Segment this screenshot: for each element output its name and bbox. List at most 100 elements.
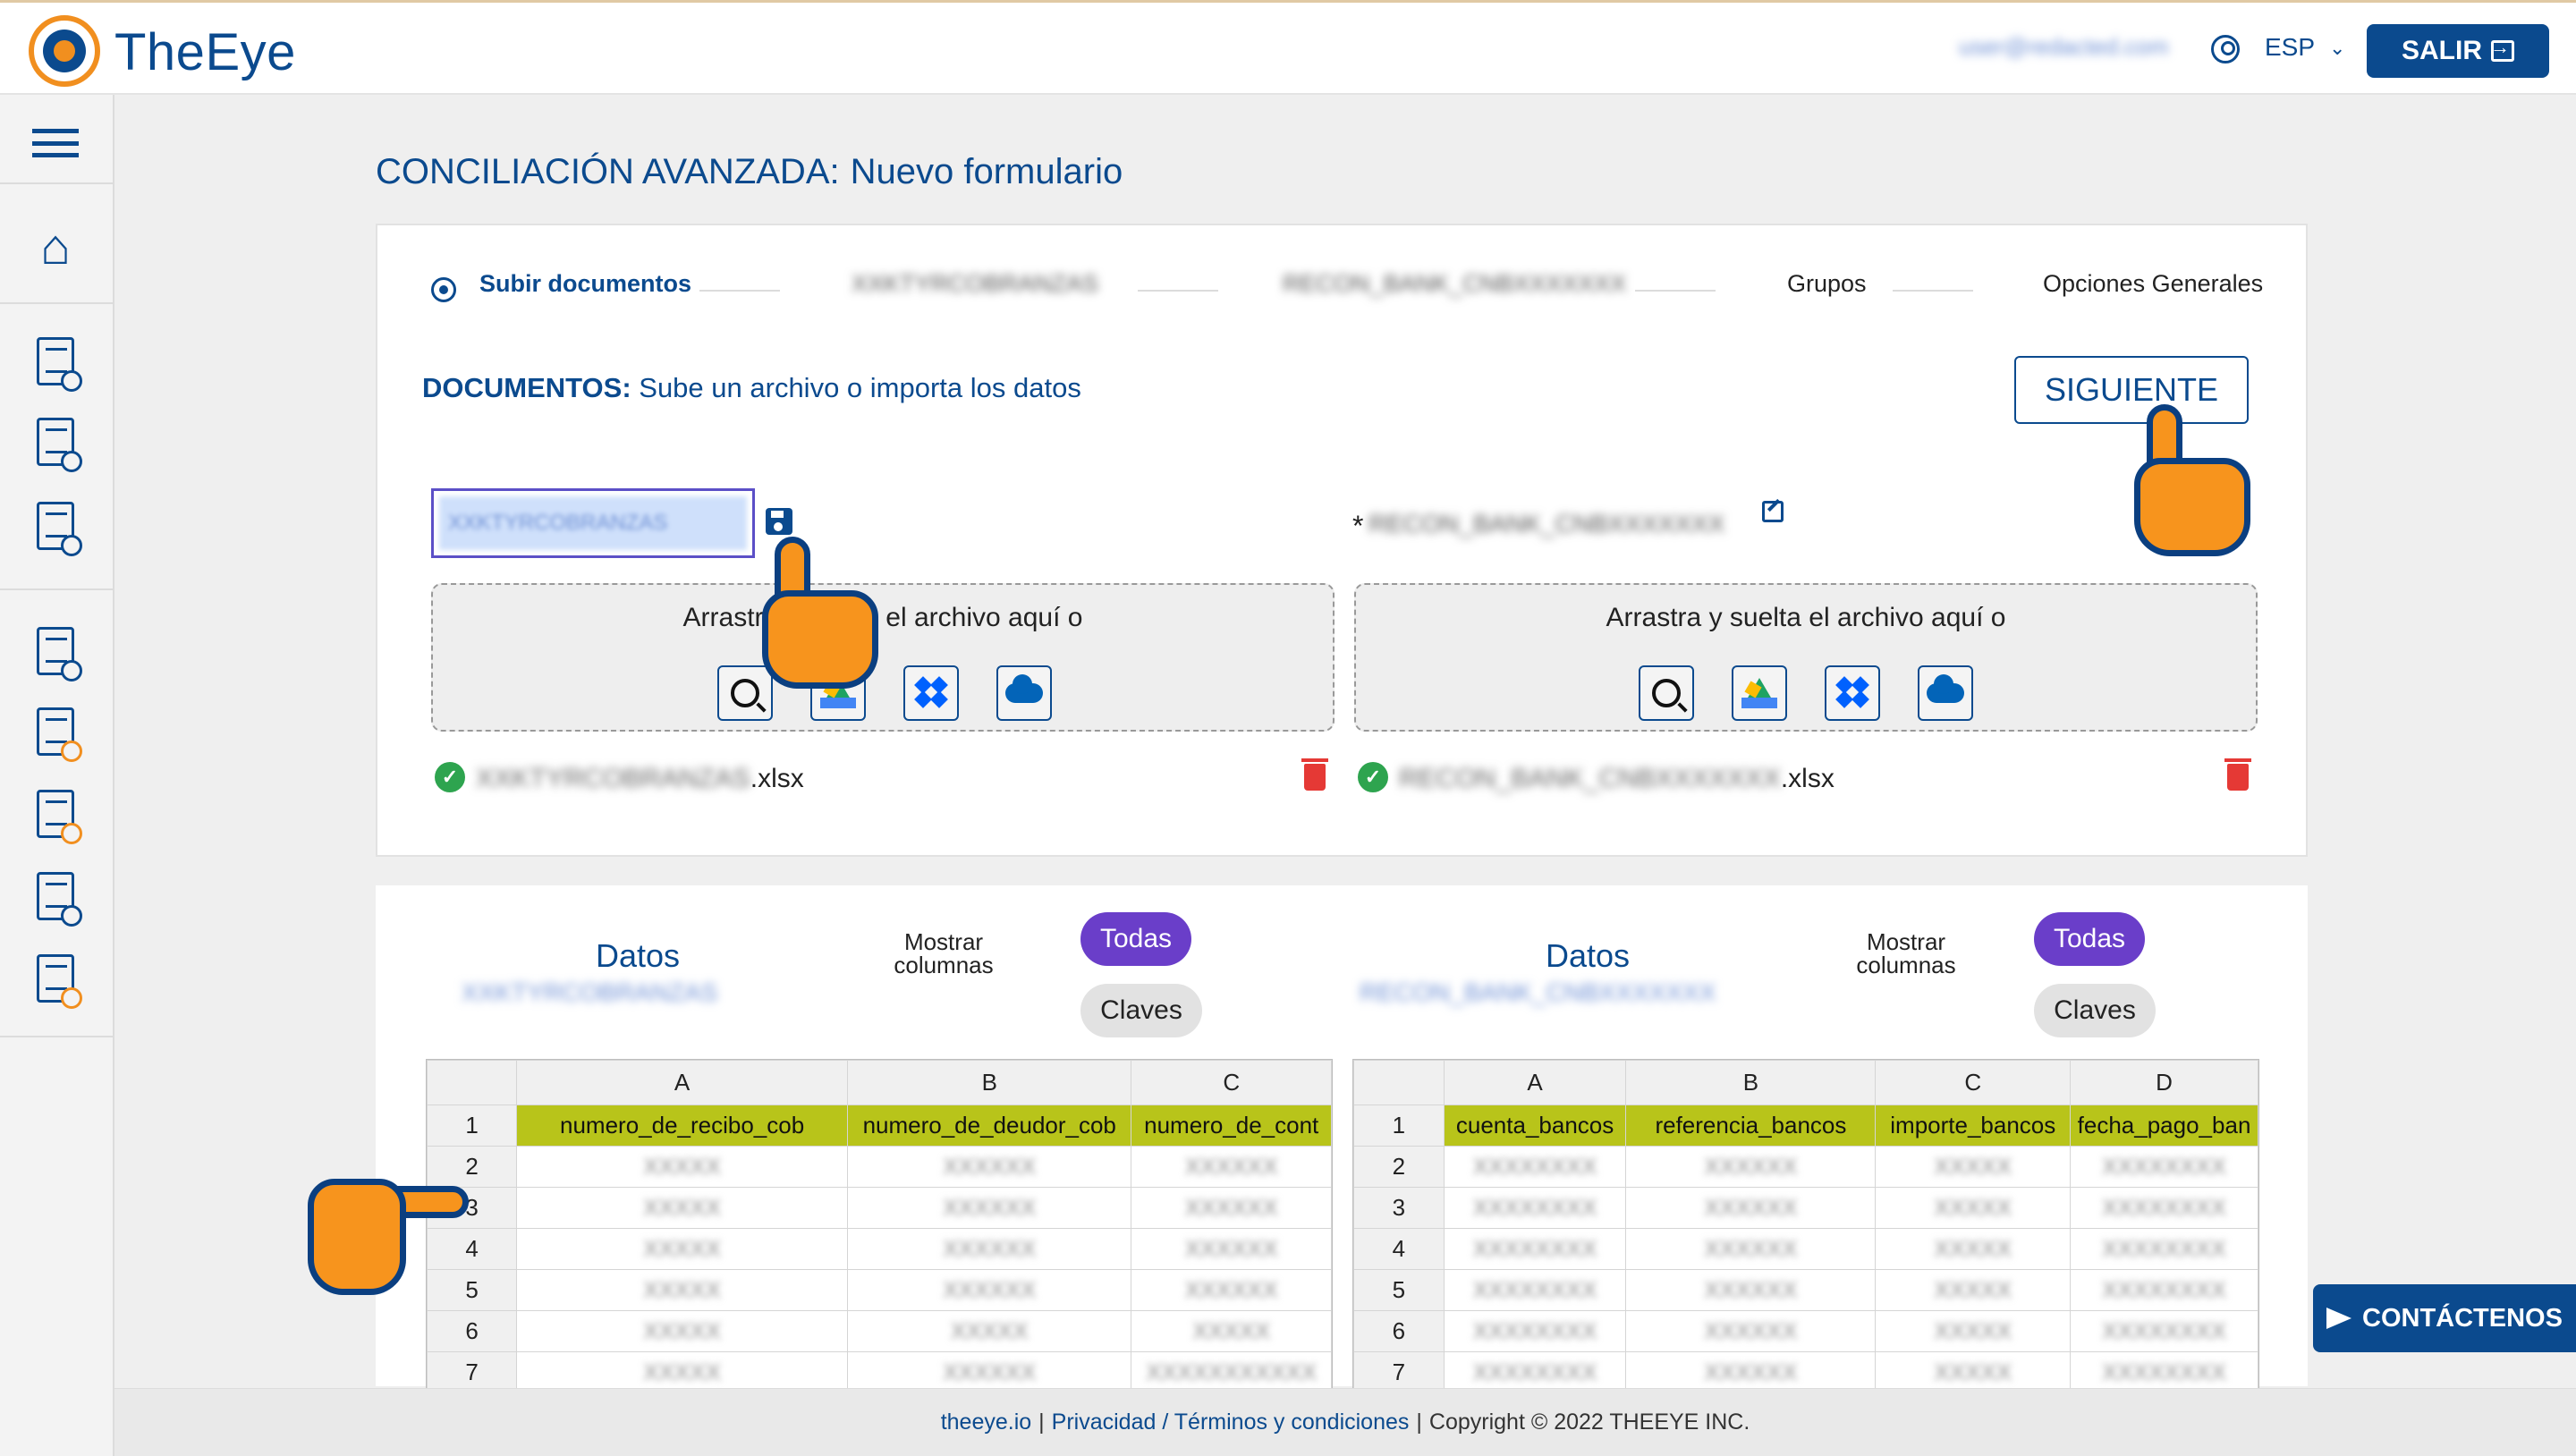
cell[interactable]: XXXXX xyxy=(1131,1310,1332,1352)
cell[interactable]: XXXXXXXX xyxy=(1443,1228,1627,1270)
header-cell[interactable]: numero_de_deudor_cob xyxy=(847,1105,1132,1147)
user-card-icon[interactable] xyxy=(27,868,84,927)
cell[interactable]: XXXXXXXX xyxy=(1443,1187,1627,1229)
cell[interactable]: XXXXXX xyxy=(847,1187,1132,1229)
cell[interactable]: XXXXX xyxy=(1875,1351,2072,1389)
cell[interactable]: XXXXXXXX xyxy=(1443,1351,1627,1389)
right-dropzone[interactable]: Arrastra y suelta el archivo aquí o xyxy=(1354,583,2258,732)
left-source-name-input[interactable]: XXKTYRCOBRANZAS xyxy=(431,488,755,558)
brand-name[interactable]: TheEye xyxy=(114,22,296,82)
right-key-columns-toggle[interactable]: Claves xyxy=(2034,984,2156,1037)
right-google-drive-button[interactable] xyxy=(1732,665,1787,721)
column-letter[interactable]: B xyxy=(1625,1060,1877,1105)
column-letter[interactable]: A xyxy=(1443,1060,1627,1105)
checklist-gears-icon[interactable] xyxy=(27,497,84,556)
chevron-down-icon[interactable]: ⌄ xyxy=(2329,37,2345,60)
cell[interactable]: XXXXXX xyxy=(1625,1146,1877,1188)
trash-icon[interactable] xyxy=(1301,758,1328,791)
edit-icon[interactable] xyxy=(1762,501,1784,522)
checklist-settings-icon[interactable] xyxy=(27,333,84,392)
list-search-icon[interactable] xyxy=(27,622,84,681)
left-onedrive-button[interactable] xyxy=(996,665,1052,721)
cell[interactable]: XXXXX xyxy=(1875,1228,2072,1270)
column-letter[interactable]: D xyxy=(2070,1060,2258,1105)
right-all-columns-toggle[interactable]: Todas xyxy=(2034,912,2145,966)
cell[interactable]: XXXXXX xyxy=(847,1146,1132,1188)
left-dropzone[interactable]: Arrastra y suelta el archivo aquí o xyxy=(431,583,1335,732)
step-source-2[interactable]: RECON_BANK_CNBXXXXXXX xyxy=(1283,270,1626,298)
step-source-1[interactable]: XXKTYRCOBRANZAS xyxy=(852,270,1098,298)
left-dropbox-button[interactable] xyxy=(903,665,959,721)
cell[interactable]: XXXXXXXX xyxy=(2070,1269,2258,1311)
contact-button[interactable]: CONTÁCTENOS xyxy=(2313,1284,2576,1352)
step-general-options[interactable]: Opciones Generales xyxy=(2043,270,2263,298)
column-letter[interactable]: A xyxy=(516,1060,849,1105)
cell[interactable]: XXXXX xyxy=(847,1310,1132,1352)
header-cell[interactable]: cuenta_bancos xyxy=(1443,1105,1627,1147)
footer-privacy-link[interactable]: Privacidad / Términos y condiciones xyxy=(1052,1409,1410,1435)
cell[interactable]: XXXXXX xyxy=(1625,1269,1877,1311)
cell[interactable]: XXXXXXXX xyxy=(1443,1269,1627,1311)
trash-icon[interactable] xyxy=(2224,758,2251,791)
column-letter[interactable]: C xyxy=(1875,1060,2072,1105)
cell[interactable]: XXXXX xyxy=(516,1351,849,1389)
gears-icon[interactable] xyxy=(27,950,84,1009)
cell[interactable]: XXXXX xyxy=(1875,1310,2072,1352)
right-dropbox-button[interactable] xyxy=(1825,665,1880,721)
cell[interactable]: XXXXX xyxy=(516,1269,849,1311)
cell[interactable]: XXXXXX xyxy=(1625,1351,1877,1389)
right-search-file-button[interactable] xyxy=(1639,665,1694,721)
checklist-dollar-icon[interactable] xyxy=(27,413,84,472)
left-key-columns-toggle[interactable]: Claves xyxy=(1080,984,1202,1037)
user-circle-icon[interactable] xyxy=(2211,35,2240,63)
right-spreadsheet[interactable]: A B C D 1 cuenta_bancos referencia_banco… xyxy=(1352,1059,2259,1390)
cell[interactable]: XXXXXXXX xyxy=(2070,1351,2258,1389)
hamburger-menu-icon[interactable] xyxy=(27,114,84,172)
theeye-logo-icon[interactable] xyxy=(29,15,100,87)
left-spreadsheet[interactable]: A B C 1 numero_de_recibo_cob numero_de_d… xyxy=(426,1059,1333,1390)
cell[interactable]: XXXXXX xyxy=(1131,1228,1332,1270)
cell[interactable]: XXXXXXXX xyxy=(2070,1146,2258,1188)
logout-button[interactable]: SALIR xyxy=(2367,24,2549,78)
cell[interactable]: XXXXXX xyxy=(1131,1146,1332,1188)
stepper: Subir documentos XXKTYRCOBRANZAS RECON_B… xyxy=(377,270,2309,311)
cell[interactable]: XXXXX xyxy=(1875,1187,2072,1229)
cell[interactable]: XXXXXX xyxy=(1625,1228,1877,1270)
cell[interactable]: XXXXXXXX xyxy=(2070,1228,2258,1270)
cell[interactable]: XXXXXX xyxy=(847,1269,1132,1311)
header-cell[interactable]: referencia_bancos xyxy=(1625,1105,1877,1147)
cell[interactable]: XXXXX xyxy=(516,1187,849,1229)
left-all-columns-toggle[interactable]: Todas xyxy=(1080,912,1191,966)
cell[interactable]: XXXXXXXX xyxy=(1443,1310,1627,1352)
cell[interactable]: XXXXXX xyxy=(1625,1187,1877,1229)
invoice-dollar-icon[interactable] xyxy=(27,785,84,844)
clipboard-check-icon[interactable] xyxy=(27,703,84,762)
cell[interactable]: XXXXXX xyxy=(847,1228,1132,1270)
header-cell[interactable]: numero_de_cont xyxy=(1131,1105,1332,1147)
step-upload-documents[interactable]: Subir documentos xyxy=(479,270,691,298)
cell[interactable]: XXXXX xyxy=(516,1228,849,1270)
header-cell[interactable]: fecha_pago_ban xyxy=(2070,1105,2258,1147)
home-icon[interactable]: ⌂ xyxy=(27,218,84,275)
cell[interactable]: XXXXXX xyxy=(1131,1269,1332,1311)
cell[interactable]: XXXXX xyxy=(1875,1269,2072,1311)
column-letter[interactable]: B xyxy=(847,1060,1132,1105)
cell[interactable]: XXXXX xyxy=(516,1146,849,1188)
cell[interactable]: XXXXX xyxy=(1875,1146,2072,1188)
language-selector[interactable]: ESP xyxy=(2265,33,2315,62)
footer-site-link[interactable]: theeye.io xyxy=(941,1409,1031,1435)
cell[interactable]: XXXXXXXX xyxy=(1443,1146,1627,1188)
save-icon[interactable] xyxy=(766,508,792,535)
header-cell[interactable]: importe_bancos xyxy=(1875,1105,2072,1147)
header-cell[interactable]: numero_de_recibo_cob xyxy=(516,1105,849,1147)
cell[interactable]: XXXXXXXX xyxy=(2070,1187,2258,1229)
cell[interactable]: XXXXXX xyxy=(1625,1310,1877,1352)
step-groups[interactable]: Grupos xyxy=(1787,270,1867,298)
column-letter[interactable]: C xyxy=(1131,1060,1332,1105)
right-onedrive-button[interactable] xyxy=(1918,665,1973,721)
cell[interactable]: XXXXXXXX xyxy=(2070,1310,2258,1352)
cell[interactable]: XXXXXX xyxy=(1131,1187,1332,1229)
cell[interactable]: XXXXX xyxy=(516,1310,849,1352)
cell[interactable]: XXXXXX xyxy=(847,1351,1132,1389)
cell[interactable]: XXXXXXXXXXX xyxy=(1131,1351,1332,1389)
